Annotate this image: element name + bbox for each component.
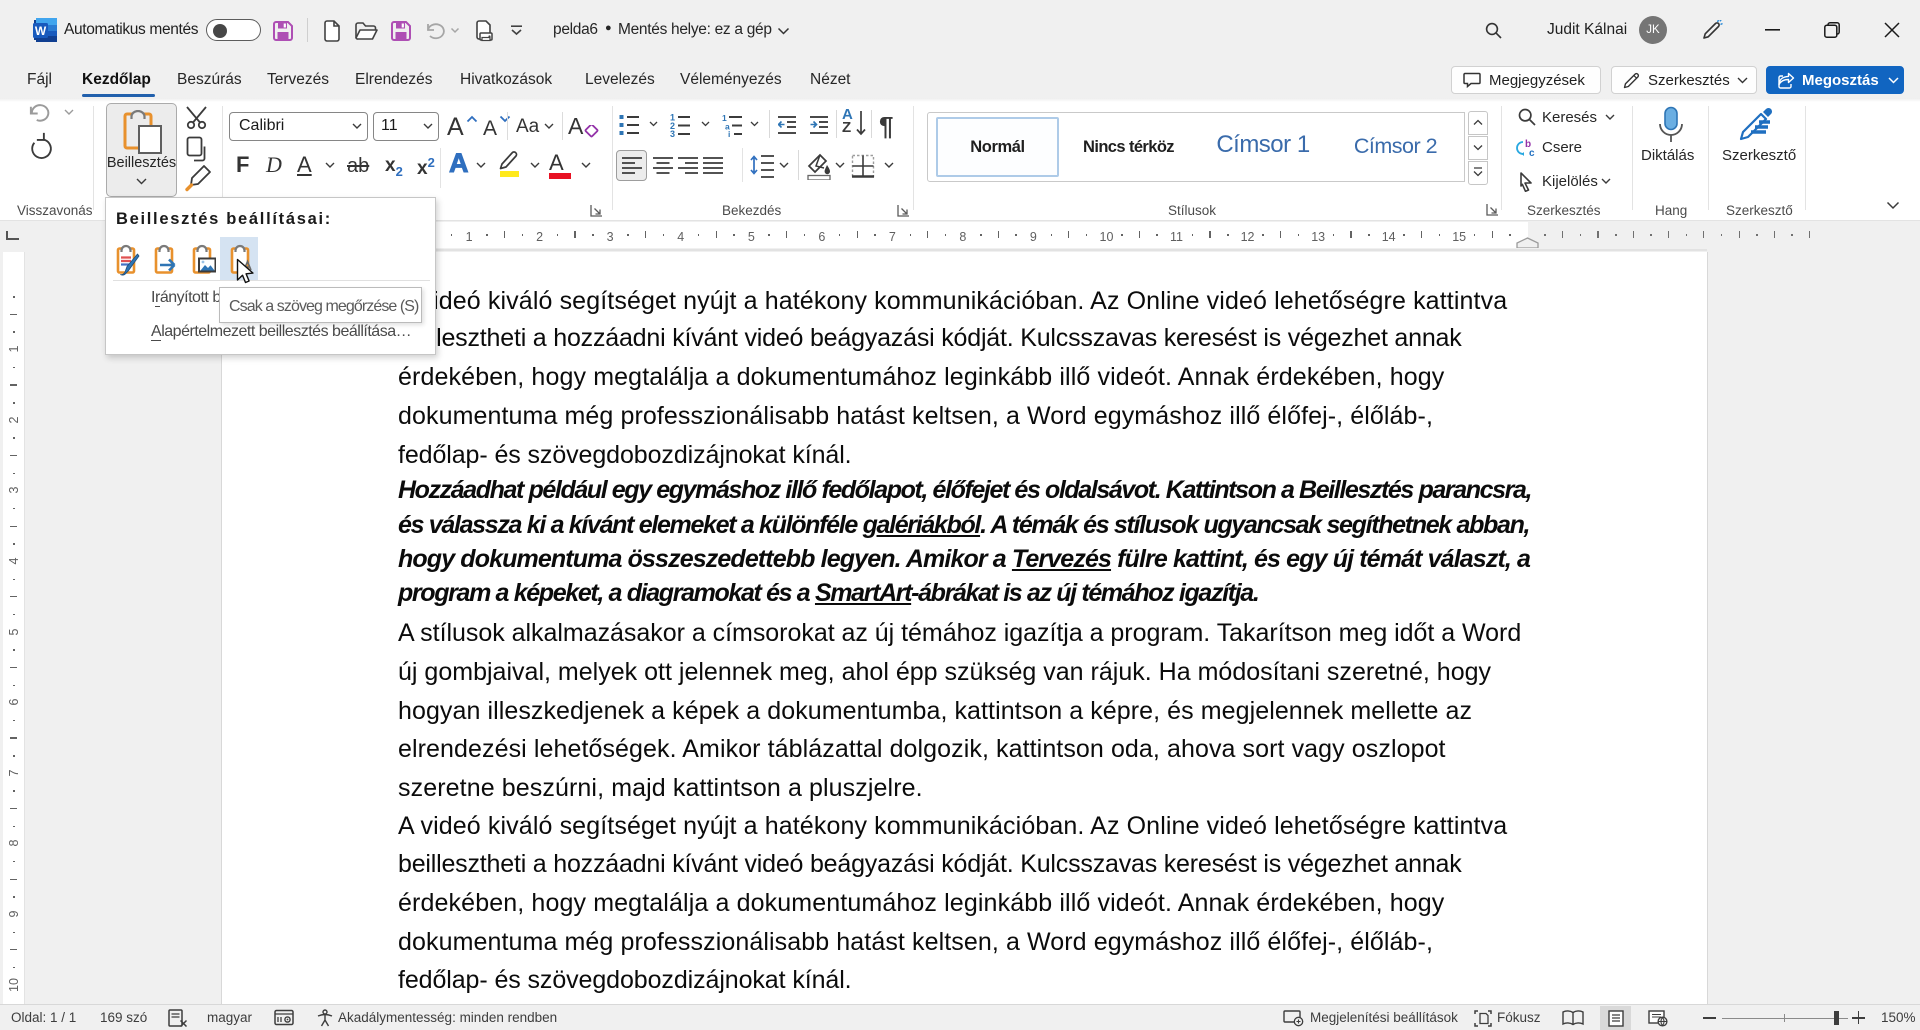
svg-text:c: c xyxy=(1529,148,1535,158)
svg-text:3: 3 xyxy=(670,129,675,137)
svg-text:i: i xyxy=(728,129,730,137)
svg-text:W: W xyxy=(35,24,47,38)
